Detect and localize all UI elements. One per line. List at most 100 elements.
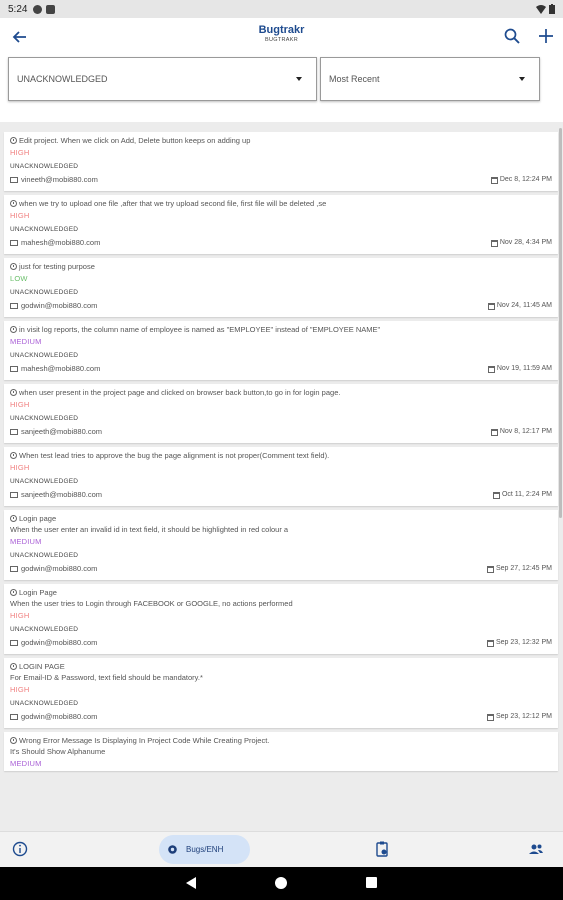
date-text: Nov 8, 12:17 PM bbox=[499, 428, 552, 435]
dropdown-caret-icon bbox=[519, 77, 525, 81]
bug-description: When the user tries to Login through FAC… bbox=[10, 598, 558, 609]
mail-icon bbox=[10, 177, 18, 183]
scrollbar[interactable] bbox=[559, 128, 562, 518]
bug-card[interactable]: just for testing purpose LOW UNACKNOWLEDGE… bbox=[4, 258, 558, 317]
calendar-icon bbox=[487, 302, 495, 310]
sort-dropdown[interactable]: Most Recent bbox=[320, 57, 540, 101]
bug-text: Login Page bbox=[19, 588, 57, 597]
bug-card[interactable]: LOGIN PAGE For Email-ID & Password, text … bbox=[4, 658, 558, 728]
mail-icon bbox=[10, 492, 18, 498]
bug-title: when user present in the project page an… bbox=[10, 387, 558, 398]
team-icon[interactable] bbox=[527, 840, 545, 858]
reporter-email: sanjeeth@mobi880.com bbox=[21, 490, 102, 499]
bug-card[interactable]: in visit log reports, the column name of… bbox=[4, 321, 558, 380]
bug-card[interactable]: Edit project. When we click on Add, Dele… bbox=[4, 132, 558, 191]
status-label: UNACKNOWLEDGED bbox=[10, 552, 79, 559]
bug-footer: mahesh@mobi880.com Nov 19, 11:59 AM bbox=[10, 363, 558, 375]
bug-title: Login Page bbox=[10, 587, 558, 598]
priority-label: MEDIUM bbox=[10, 337, 42, 346]
calendar-icon bbox=[490, 176, 498, 184]
bug-date: Nov 8, 12:17 PM bbox=[490, 426, 552, 438]
priority-label: MEDIUM bbox=[10, 537, 42, 546]
bug-footer: godwin@mobi880.com Sep 27, 12:45 PM bbox=[10, 563, 558, 575]
clock-icon bbox=[10, 200, 17, 207]
bug-title: Login page bbox=[10, 513, 558, 524]
priority-label: MEDIUM bbox=[10, 759, 42, 768]
bug-card[interactable]: Login Page When the user tries to Login t… bbox=[4, 584, 558, 654]
system-home-icon[interactable] bbox=[275, 877, 287, 889]
reporter-email: godwin@mobi880.com bbox=[21, 638, 98, 647]
priority-label: HIGH bbox=[10, 148, 30, 157]
wifi-icon bbox=[536, 4, 546, 14]
bug-text: Wrong Error Message Is Displaying In Pro… bbox=[19, 736, 270, 745]
system-recents-icon[interactable] bbox=[366, 877, 377, 888]
date-text: Nov 28, 4:34 PM bbox=[499, 239, 552, 246]
clipboard-icon[interactable] bbox=[373, 840, 391, 858]
bug-date: Nov 24, 11:45 AM bbox=[487, 300, 552, 312]
clock-icon bbox=[10, 737, 17, 744]
clock-icon bbox=[10, 326, 17, 333]
bug-list: Edit project. When we click on Add, Dele… bbox=[0, 128, 563, 831]
bug-footer: sanjeeth@mobi880.com Nov 8, 12:17 PM bbox=[10, 426, 558, 438]
bug-text: LOGIN PAGE bbox=[19, 662, 65, 671]
bug-title: Wrong Error Message Is Displaying In Pro… bbox=[10, 735, 558, 746]
bug-title: Edit project. When we click on Add, Dele… bbox=[10, 135, 558, 146]
nav-bugs-button[interactable]: Bugs/ENH bbox=[159, 835, 250, 864]
bug-card[interactable]: Login page When the user enter an invalid… bbox=[4, 510, 558, 580]
bug-card[interactable]: Wrong Error Message Is Displaying In Pro… bbox=[4, 732, 558, 771]
bug-text: It's Should Show Alphanume bbox=[10, 747, 106, 756]
bug-footer: godwin@mobi880.com Sep 23, 12:32 PM bbox=[10, 637, 558, 649]
sd-card-icon bbox=[46, 4, 56, 14]
bug-card[interactable]: when we try to upload one file ,after th… bbox=[4, 195, 558, 254]
system-back-icon[interactable] bbox=[186, 877, 196, 889]
bug-text: When the user tries to Login through FAC… bbox=[10, 599, 293, 608]
bug-title: LOGIN PAGE bbox=[10, 661, 558, 672]
priority-label: HIGH bbox=[10, 611, 30, 620]
status-label: UNACKNOWLEDGED bbox=[10, 700, 79, 707]
mail-icon bbox=[10, 640, 18, 646]
bug-text: in visit log reports, the column name of… bbox=[19, 325, 381, 334]
priority-label: HIGH bbox=[10, 400, 30, 409]
status-label: UNACKNOWLEDGED bbox=[10, 226, 79, 233]
calendar-icon bbox=[486, 713, 494, 721]
search-icon[interactable] bbox=[503, 27, 521, 45]
mail-icon bbox=[10, 566, 18, 572]
add-icon[interactable] bbox=[537, 27, 555, 45]
status-bar: 5:24 bbox=[0, 0, 563, 18]
bug-footer: mahesh@mobi880.com Nov 28, 4:34 PM bbox=[10, 237, 558, 249]
nav-bugs-label: Bugs/ENH bbox=[186, 845, 224, 854]
info-icon[interactable] bbox=[11, 840, 29, 858]
gear-icon bbox=[168, 845, 177, 854]
system-nav-bar bbox=[0, 867, 563, 900]
bug-text: Login page bbox=[19, 514, 57, 523]
bug-description: For Email-ID & Password, text field shou… bbox=[10, 672, 558, 683]
priority-label: HIGH bbox=[10, 211, 30, 220]
calendar-icon bbox=[486, 639, 494, 647]
clock-icon bbox=[10, 263, 17, 270]
bug-text: When the user enter an invalid id in tex… bbox=[10, 525, 289, 534]
bug-text: when user present in the project page an… bbox=[19, 388, 341, 397]
status-label: UNACKNOWLEDGED bbox=[10, 415, 79, 422]
date-text: Sep 23, 12:32 PM bbox=[495, 639, 552, 646]
bug-date: Oct 11, 2:24 PM bbox=[492, 489, 552, 501]
calendar-icon bbox=[492, 491, 500, 499]
clock-icon bbox=[10, 452, 17, 459]
bug-text: just for testing purpose bbox=[19, 262, 95, 271]
calendar-icon bbox=[486, 565, 494, 573]
mail-icon bbox=[10, 240, 18, 246]
bug-card[interactable]: when user present in the project page an… bbox=[4, 384, 558, 443]
filter-bar: UNACKNOWLEDGED Most Recent bbox=[0, 56, 563, 122]
bug-date: Sep 27, 12:45 PM bbox=[486, 563, 552, 575]
reporter-email: godwin@mobi880.com bbox=[21, 712, 98, 721]
status-filter-dropdown[interactable]: UNACKNOWLEDGED bbox=[8, 57, 317, 101]
priority-label: LOW bbox=[10, 274, 28, 283]
calendar-icon bbox=[490, 428, 498, 436]
bug-footer: godwin@mobi880.com Nov 24, 11:45 AM bbox=[10, 300, 558, 312]
bug-card[interactable]: When test lead tries to approve the bug … bbox=[4, 447, 558, 506]
status-filter-value: UNACKNOWLEDGED bbox=[17, 74, 108, 84]
clock-icon bbox=[10, 515, 17, 522]
app-subtitle: BUGTRAKR bbox=[265, 37, 298, 43]
notification-icon bbox=[33, 4, 43, 14]
reporter-email: vineeth@mobi880.com bbox=[21, 175, 98, 184]
mail-icon bbox=[10, 429, 18, 435]
